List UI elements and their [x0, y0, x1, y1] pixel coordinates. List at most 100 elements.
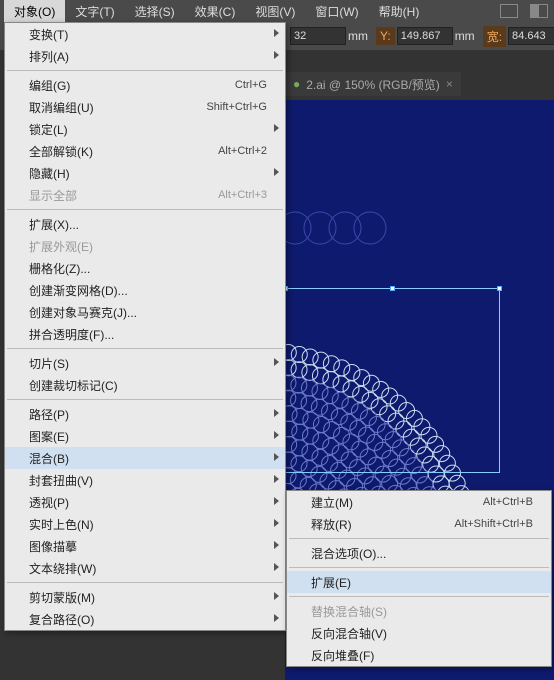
- handle-icon[interactable]: [390, 286, 395, 291]
- doc-layout-icon[interactable]: [500, 4, 518, 18]
- menu-item-label: 扩展(E): [311, 574, 351, 591]
- menu-item: 扩展外观(E): [5, 235, 285, 257]
- menu-help[interactable]: 帮助(H): [369, 0, 430, 23]
- menu-item[interactable]: 切片(S): [5, 352, 285, 374]
- y-input[interactable]: [397, 27, 453, 45]
- menu-item-label: 排列(A): [29, 48, 69, 65]
- menu-item[interactable]: 建立(M) Alt+Ctrl+B: [287, 491, 551, 513]
- handle-icon[interactable]: [497, 286, 502, 291]
- menu-item-label: 扩展外观(E): [29, 238, 93, 255]
- submenu-arrow-icon: [274, 475, 279, 483]
- shortcut-label: Shift+Ctrl+G: [206, 101, 267, 113]
- menu-object[interactable]: 对象(O): [4, 0, 65, 23]
- menu-item[interactable]: 图像描摹: [5, 535, 285, 557]
- unit-label: mm: [455, 29, 475, 43]
- unsaved-dot-icon: ●: [293, 77, 300, 91]
- menu-item-label: 混合(B): [29, 450, 69, 467]
- menu-item-label: 释放(R): [311, 516, 352, 533]
- submenu-arrow-icon: [274, 358, 279, 366]
- menubar: 对象(O) 文字(T) 选择(S) 效果(C) 视图(V) 窗口(W) 帮助(H…: [0, 0, 554, 22]
- menu-item[interactable]: 创建裁切标记(C): [5, 374, 285, 396]
- menu-item[interactable]: 路径(P): [5, 403, 285, 425]
- submenu-arrow-icon: [274, 51, 279, 59]
- menu-item-label: 显示全部: [29, 187, 77, 204]
- selection-bbox[interactable]: [285, 288, 500, 473]
- menu-item: 显示全部 Alt+Ctrl+3: [5, 184, 285, 206]
- menu-item-label: 图案(E): [29, 428, 69, 445]
- submenu-arrow-icon: [274, 29, 279, 37]
- menu-item[interactable]: 创建渐变网格(D)...: [5, 279, 285, 301]
- menu-item[interactable]: 扩展(E): [287, 571, 551, 593]
- menu-item[interactable]: 封套扭曲(V): [5, 469, 285, 491]
- submenu-arrow-icon: [274, 431, 279, 439]
- menu-item-label: 切片(S): [29, 355, 69, 372]
- x-input[interactable]: [290, 27, 346, 45]
- menu-item-label: 封套扭曲(V): [29, 472, 93, 489]
- menu-item[interactable]: 剪切蒙版(M): [5, 586, 285, 608]
- submenu-arrow-icon: [274, 519, 279, 527]
- menu-item[interactable]: 混合选项(O)...: [287, 542, 551, 564]
- object-menu: 变换(T) 排列(A) 编组(G)Ctrl+G取消编组(U)Shift+Ctrl+G…: [4, 22, 286, 631]
- arrange-icon[interactable]: [530, 4, 548, 18]
- shortcut-label: Alt+Ctrl+B: [483, 496, 533, 508]
- menu-item[interactable]: 变换(T): [5, 23, 285, 45]
- menu-type[interactable]: 文字(T): [65, 0, 124, 23]
- submenu-arrow-icon: [274, 563, 279, 571]
- menu-item-label: 创建渐变网格(D)...: [29, 282, 128, 299]
- w-label: 宽:: [483, 26, 506, 47]
- tab-title: 2.ai @ 150% (RGB/预览): [306, 76, 440, 93]
- menu-window[interactable]: 窗口(W): [305, 0, 368, 23]
- submenu-arrow-icon: [274, 409, 279, 417]
- menu-item-label: 隐藏(H): [29, 165, 70, 182]
- close-icon[interactable]: ×: [446, 77, 453, 91]
- menu-item[interactable]: 创建对象马赛克(J)...: [5, 301, 285, 323]
- menu-item[interactable]: 锁定(L): [5, 118, 285, 140]
- shortcut-label: Ctrl+G: [235, 79, 267, 91]
- menu-item[interactable]: 反向混合轴(V): [287, 622, 551, 644]
- menu-item[interactable]: 排列(A): [5, 45, 285, 67]
- submenu-arrow-icon: [274, 453, 279, 461]
- menu-effect[interactable]: 效果(C): [185, 0, 246, 23]
- shortcut-label: Alt+Shift+Ctrl+B: [454, 518, 533, 530]
- menu-item-label: 图像描摹: [29, 538, 77, 555]
- menu-item[interactable]: 反向堆叠(F): [287, 644, 551, 666]
- menu-item[interactable]: 混合(B): [5, 447, 285, 469]
- menu-item-label: 实时上色(N): [29, 516, 94, 533]
- menu-view[interactable]: 视图(V): [245, 0, 305, 23]
- menu-item[interactable]: 栅格化(Z)...: [5, 257, 285, 279]
- menu-item-label: 建立(M): [311, 494, 353, 511]
- menu-item-label: 剪切蒙版(M): [29, 589, 95, 606]
- submenu-arrow-icon: [274, 124, 279, 132]
- menu-item-label: 锁定(L): [29, 121, 68, 138]
- submenu-arrow-icon: [274, 614, 279, 622]
- unit-label: mm: [348, 29, 368, 43]
- menu-item[interactable]: 图案(E): [5, 425, 285, 447]
- menu-item-label: 路径(P): [29, 406, 69, 423]
- menu-item[interactable]: 释放(R) Alt+Shift+Ctrl+B: [287, 513, 551, 535]
- menu-item-label: 复合路径(O): [29, 611, 94, 628]
- blend-submenu: 建立(M) Alt+Ctrl+B 释放(R) Alt+Shift+Ctrl+B 混合选项…: [286, 490, 552, 667]
- menu-item[interactable]: 全部解锁(K)Alt+Ctrl+2: [5, 140, 285, 162]
- menu-item-label: 混合选项(O)...: [311, 545, 386, 562]
- menu-item[interactable]: 复合路径(O): [5, 608, 285, 630]
- submenu-arrow-icon: [274, 592, 279, 600]
- menu-item[interactable]: 取消编组(U)Shift+Ctrl+G: [5, 96, 285, 118]
- menu-item[interactable]: 编组(G)Ctrl+G: [5, 74, 285, 96]
- menu-item-label: 文本绕排(W): [29, 560, 96, 577]
- submenu-arrow-icon: [274, 168, 279, 176]
- menu-item[interactable]: 隐藏(H): [5, 162, 285, 184]
- shortcut-label: Alt+Ctrl+3: [218, 189, 267, 201]
- w-input[interactable]: [508, 27, 554, 45]
- menu-item[interactable]: 拼合透明度(F)...: [5, 323, 285, 345]
- menu-item[interactable]: 实时上色(N): [5, 513, 285, 535]
- menu-item-label: 全部解锁(K): [29, 143, 93, 160]
- menu-item[interactable]: 扩展(X)...: [5, 213, 285, 235]
- menu-item-label: 反向堆叠(F): [311, 647, 374, 664]
- document-tab[interactable]: ● 2.ai @ 150% (RGB/预览) ×: [285, 72, 461, 97]
- menu-select[interactable]: 选择(S): [125, 0, 185, 23]
- menu-item-label: 替换混合轴(S): [311, 603, 387, 620]
- submenu-arrow-icon: [274, 497, 279, 505]
- menu-item[interactable]: 透视(P): [5, 491, 285, 513]
- menu-item[interactable]: 文本绕排(W): [5, 557, 285, 579]
- menu-item-label: 创建对象马赛克(J)...: [29, 304, 137, 321]
